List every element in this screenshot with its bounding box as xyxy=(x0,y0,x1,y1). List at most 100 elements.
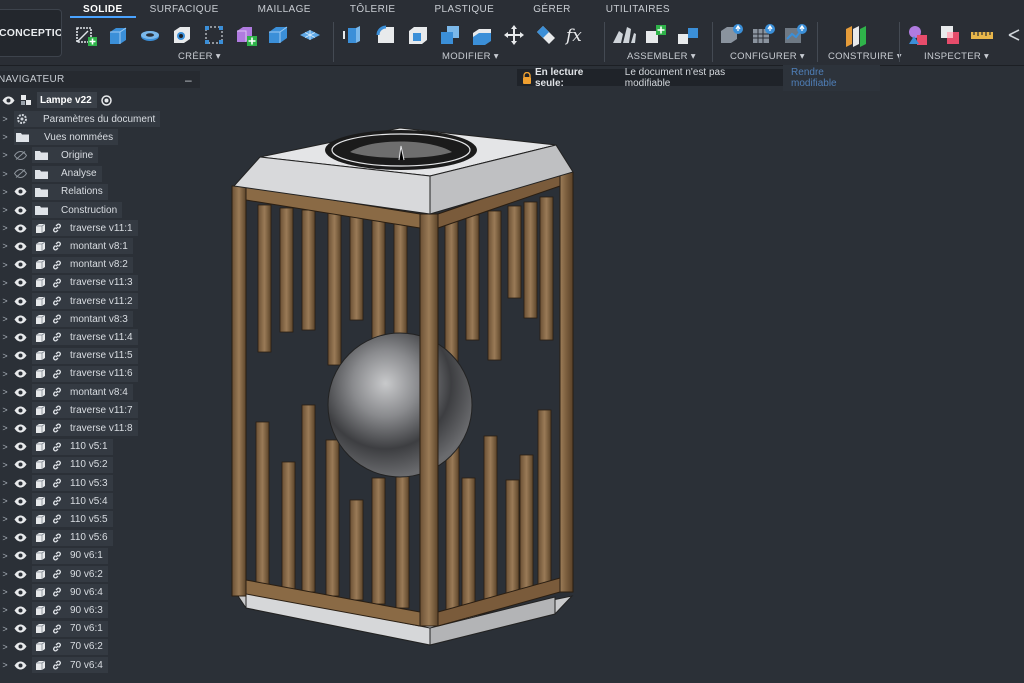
shell-icon[interactable] xyxy=(404,21,432,49)
eye-icon[interactable] xyxy=(14,479,27,488)
component-row[interactable]: > traverse v11:2 xyxy=(0,293,138,309)
collapse-icon[interactable]: – xyxy=(185,73,192,87)
component-row[interactable]: >90 v6:2 xyxy=(0,566,108,582)
configure-group-label[interactable]: CONFIGURER ▾ xyxy=(730,51,805,62)
component-row[interactable]: >110 v5:6 xyxy=(0,529,113,546)
tab-surfacique[interactable]: SURFACIQUE xyxy=(136,2,245,18)
eye-icon[interactable] xyxy=(14,624,27,633)
component-row[interactable]: >110 v5:2 xyxy=(0,456,113,473)
workspace-selector[interactable]: CONCEPTION ▾ xyxy=(0,9,62,57)
tab-plastique[interactable]: PLASTIQUE xyxy=(421,2,520,18)
chevron-right-icon[interactable]: > xyxy=(0,533,10,543)
folder-row[interactable]: > Construction xyxy=(0,202,123,218)
offset-face-icon[interactable] xyxy=(468,21,496,49)
chevron-right-icon[interactable]: > xyxy=(0,624,10,634)
eye-icon[interactable] xyxy=(14,224,27,233)
chevron-right-icon[interactable]: > xyxy=(0,223,10,233)
component-row[interactable]: > traverse v11:1 xyxy=(0,220,138,237)
component-row[interactable]: >110 v5:4 xyxy=(0,493,113,510)
chevron-right-icon[interactable]: > xyxy=(0,605,10,615)
eye-icon[interactable] xyxy=(14,406,27,415)
component-row[interactable]: >70 v6:1 xyxy=(0,620,108,637)
shapes-icon[interactable] xyxy=(904,21,932,49)
component-row[interactable]: > traverse v11:8 xyxy=(0,420,138,437)
lamp-model[interactable] xyxy=(231,127,574,646)
component-row[interactable]: >110 v5:3 xyxy=(0,475,113,491)
eye-icon[interactable] xyxy=(14,242,27,251)
rigid-group-icon[interactable] xyxy=(674,21,702,49)
parameters-fx-icon[interactable]: fx xyxy=(564,21,592,49)
chevron-right-icon[interactable]: > xyxy=(0,260,10,270)
eye-icon[interactable] xyxy=(14,369,27,378)
joint-icon[interactable] xyxy=(610,21,638,49)
component-row[interactable]: > traverse v11:5 xyxy=(0,347,138,364)
chevron-right-icon[interactable]: > xyxy=(0,496,10,506)
tab-maillage[interactable]: MAILLAGE xyxy=(245,2,337,18)
component-row[interactable]: >70 v6:4 xyxy=(0,657,108,673)
folder-row[interactable]: > Vues nommées xyxy=(0,129,119,146)
chevron-right-icon[interactable]: > xyxy=(0,478,10,488)
rectangular-pattern-icon[interactable] xyxy=(200,21,228,49)
mesh-plane-icon[interactable] xyxy=(296,21,324,49)
eye-icon[interactable] xyxy=(14,588,27,597)
chevron-right-icon[interactable]: > xyxy=(0,442,10,452)
folder-row[interactable]: > Relations xyxy=(0,183,108,200)
chevron-right-icon[interactable]: > xyxy=(0,150,10,160)
eye-icon[interactable] xyxy=(14,661,27,670)
revolve-icon[interactable] xyxy=(136,21,164,49)
eye-icon[interactable] xyxy=(14,333,27,342)
configure-table-icon[interactable] xyxy=(750,21,778,49)
sketch-create-icon[interactable] xyxy=(72,21,100,49)
eye-icon[interactable] xyxy=(14,297,27,306)
combine-icon[interactable] xyxy=(436,21,464,49)
eye-icon[interactable] xyxy=(14,515,27,524)
chevron-right-icon[interactable]: > xyxy=(0,460,10,470)
component-row[interactable]: >110 v5:5 xyxy=(0,511,113,528)
eye-icon[interactable] xyxy=(14,187,27,196)
fillet-icon[interactable] xyxy=(372,21,400,49)
split-body-icon[interactable] xyxy=(532,21,560,49)
folder-row[interactable]: > Origine xyxy=(0,147,99,164)
chevron-right-icon[interactable]: > xyxy=(0,387,10,397)
interference-icon[interactable] xyxy=(936,21,964,49)
hole-icon[interactable] xyxy=(168,21,196,49)
root-component[interactable]: Lampe v22 xyxy=(0,92,112,108)
tab-tolerie[interactable]: TÔLERIE xyxy=(337,2,422,18)
configure-rule-icon[interactable] xyxy=(782,21,810,49)
chevron-right-icon[interactable]: > xyxy=(0,660,10,670)
tab-gerer[interactable]: GÉRER xyxy=(520,2,593,18)
component-row[interactable]: >90 v6:1 xyxy=(0,547,108,564)
eye-icon[interactable] xyxy=(2,96,15,105)
eye-icon[interactable] xyxy=(14,460,27,469)
chevron-right-icon[interactable]: > xyxy=(0,187,10,197)
component-row[interactable]: > montant v8:3 xyxy=(0,311,133,328)
eye-icon[interactable] xyxy=(14,551,27,560)
chevron-right-icon[interactable]: > xyxy=(0,642,10,652)
component-row[interactable]: > montant v8:2 xyxy=(0,256,133,273)
offset-plane-icon[interactable] xyxy=(842,21,870,49)
folder-row[interactable]: > Paramètres du document xyxy=(0,111,161,127)
chevron-right-icon[interactable]: > xyxy=(0,551,10,561)
eye-icon[interactable] xyxy=(14,351,27,360)
eye-icon[interactable] xyxy=(14,606,27,615)
folder-row[interactable]: > Analyse xyxy=(0,165,102,182)
chevron-right-icon[interactable]: > xyxy=(0,405,10,415)
eye-icon[interactable] xyxy=(14,497,27,506)
press-pull-icon[interactable] xyxy=(340,21,368,49)
component-row[interactable]: > traverse v11:3 xyxy=(0,274,138,291)
chevron-right-icon[interactable]: > xyxy=(0,132,10,142)
eye-icon[interactable] xyxy=(14,642,27,651)
eye-icon[interactable] xyxy=(14,278,27,287)
assemble-group-label[interactable]: ASSEMBLER ▾ xyxy=(627,51,696,62)
component-row[interactable]: > traverse v11:7 xyxy=(0,402,138,419)
chevron-right-icon[interactable]: > xyxy=(0,205,10,215)
chevron-right-icon[interactable]: > xyxy=(0,569,10,579)
chevron-right-icon[interactable]: > xyxy=(0,423,10,433)
tab-utilitaires[interactable]: UTILITAIRES xyxy=(593,2,683,18)
eye-icon[interactable] xyxy=(14,442,27,451)
component-row[interactable]: >110 v5:1 xyxy=(0,438,113,455)
chevron-right-icon[interactable]: > xyxy=(0,351,10,361)
eye-icon[interactable] xyxy=(14,206,27,215)
component-row[interactable]: > traverse v11:4 xyxy=(0,329,138,346)
extrude-icon[interactable] xyxy=(104,21,132,49)
